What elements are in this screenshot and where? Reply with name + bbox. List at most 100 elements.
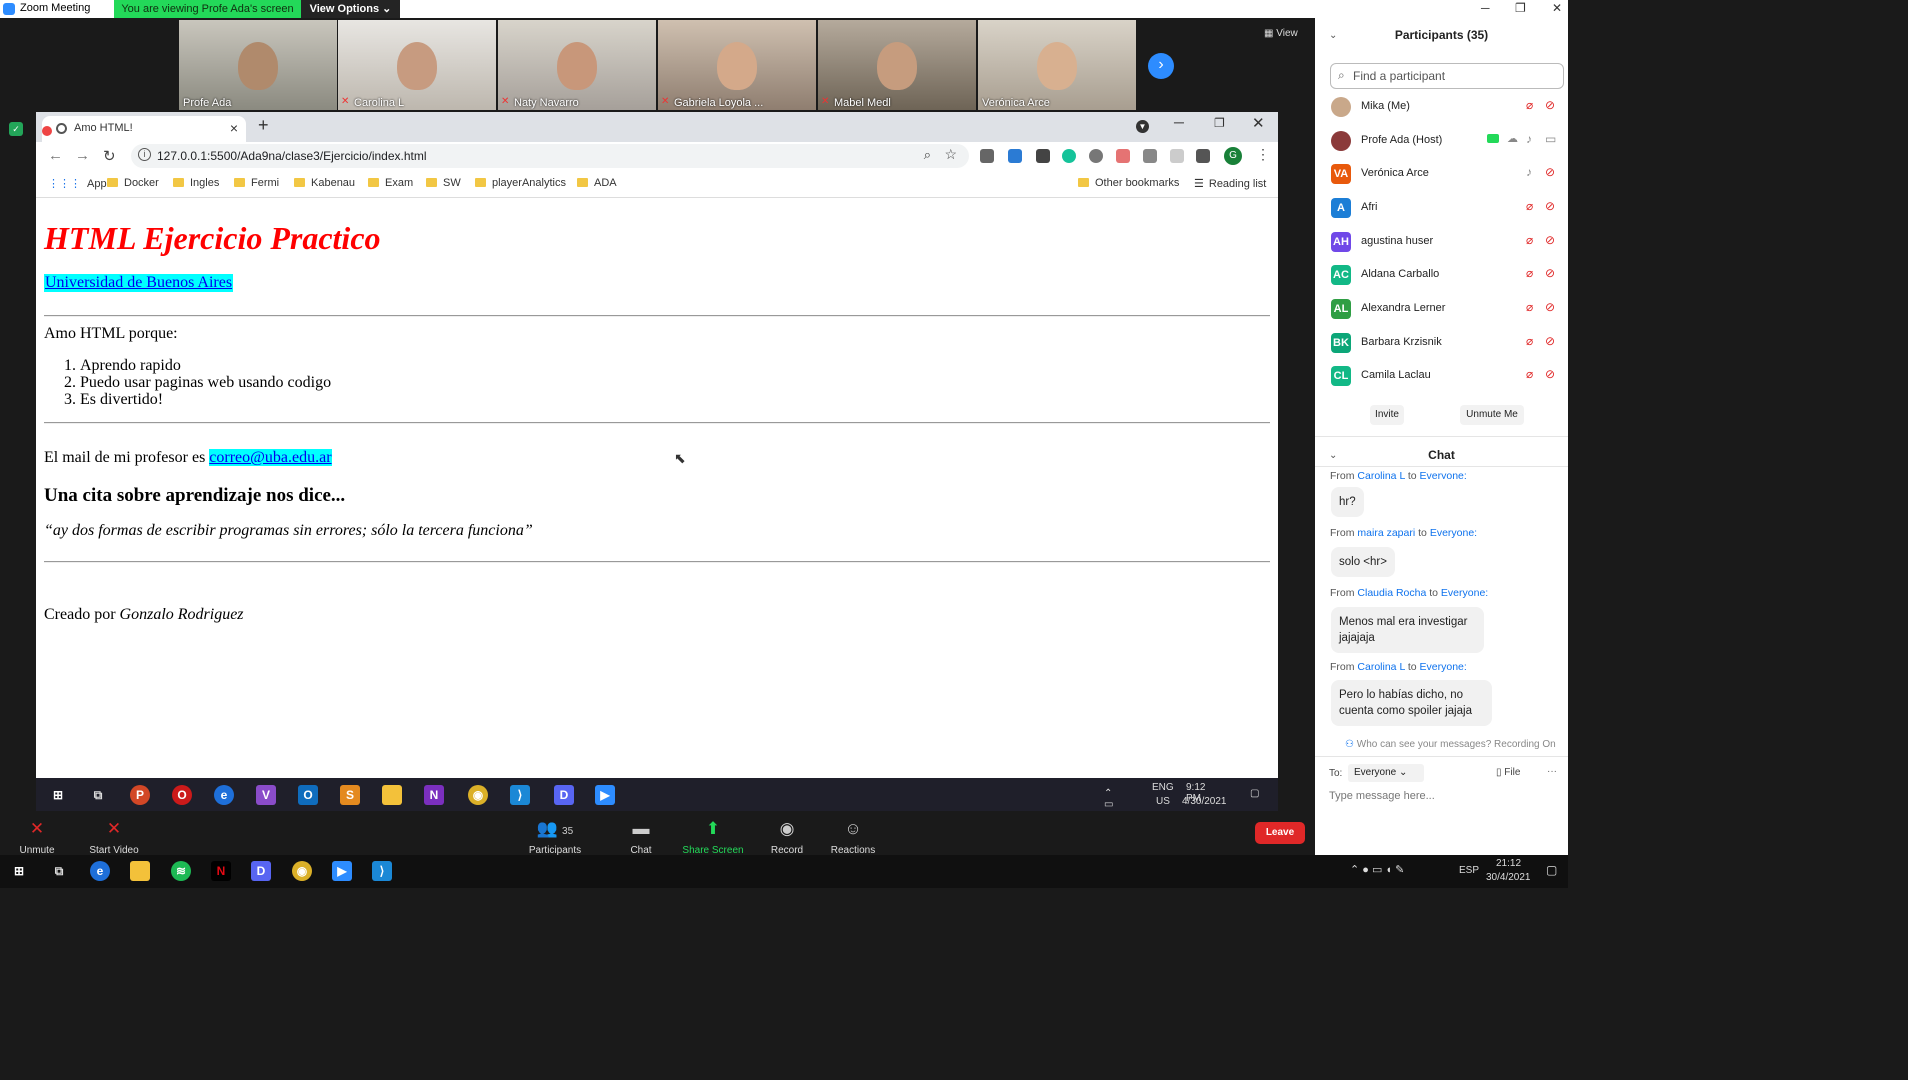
info-icon[interactable]: i <box>138 148 151 161</box>
participant-row[interactable]: CL Camila Laclau ⌀ ⊘ <box>1315 360 1568 394</box>
tray-icons[interactable]: ⌃ ● ▭ ◖ ✎ <box>1350 863 1404 876</box>
task-view-icon[interactable]: ⧉ <box>49 861 69 881</box>
star-icon[interactable]: ☆ <box>944 146 957 163</box>
video-thumbnail[interactable]: ✕ Naty Navarro <box>498 20 656 110</box>
discord-icon[interactable]: D <box>251 861 271 881</box>
edge-icon[interactable]: e <box>90 861 110 881</box>
more-options-icon[interactable]: ··· <box>1547 766 1557 777</box>
address-bar[interactable]: i 127.0.0.1:5500/Ada9na/clase3/Ejercicio… <box>131 144 969 168</box>
grammarly-icon[interactable] <box>1062 149 1076 163</box>
chat-message-input[interactable]: Type message here... <box>1329 790 1435 802</box>
notification-icon[interactable]: ▢ <box>1546 863 1557 877</box>
new-tab-button[interactable]: + <box>258 115 269 136</box>
clock-time[interactable]: 21:12 <box>1496 858 1521 869</box>
bookmark-folder[interactable]: Kabenau <box>294 177 355 189</box>
mail-link[interactable]: correo@uba.edu.ar <box>209 449 332 466</box>
input-language[interactable]: ESP <box>1459 865 1479 876</box>
powerpoint-icon[interactable]: P <box>130 785 150 805</box>
participant-row[interactable]: AH agustina huser ⌀ ⊘ <box>1315 226 1568 260</box>
minimize-icon[interactable]: ─ <box>1174 114 1184 130</box>
video-off-icon[interactable]: ✕ <box>74 819 154 839</box>
bookmark-apps[interactable]: ⋮⋮⋮ Apps <box>48 177 112 190</box>
file-explorer-icon[interactable] <box>382 785 402 805</box>
next-page-arrow-icon[interactable]: › <box>1148 53 1174 79</box>
notification-icon[interactable]: ▢ <box>1250 788 1259 799</box>
onenote-icon[interactable]: N <box>424 785 444 805</box>
video-thumbnail[interactable]: Profe Ada <box>179 20 337 110</box>
leave-button[interactable]: Leave <box>1255 822 1305 844</box>
bookmark-folder[interactable]: Fermi <box>234 177 279 189</box>
view-options-button[interactable]: View Options ⌄ <box>301 0 400 18</box>
extension-calendar-icon[interactable] <box>1116 149 1130 163</box>
browser-tab[interactable]: Amo HTML! × <box>42 116 246 142</box>
chrome-icon[interactable]: ◉ <box>292 861 312 881</box>
chat-icon[interactable]: ▬ <box>601 819 681 839</box>
file-button[interactable]: ▯ File <box>1496 767 1520 778</box>
profile-avatar[interactable]: G <box>1224 147 1242 165</box>
extension-pen-icon[interactable] <box>1036 149 1050 163</box>
extensions-puzzle-icon[interactable] <box>1196 149 1210 163</box>
minimize-icon[interactable]: ─ <box>1481 1 1490 15</box>
menu-kebab-icon[interactable]: ⋮ <box>1256 146 1270 163</box>
bookmark-folder[interactable]: ADA <box>577 177 617 189</box>
spotify-icon[interactable]: ≋ <box>171 861 191 881</box>
video-thumbnail[interactable]: ✕ Mabel Medl <box>818 20 976 110</box>
zoom-app-icon[interactable]: ▶ <box>332 861 352 881</box>
video-thumbnail[interactable]: Verónica Arce <box>978 20 1136 110</box>
participant-row[interactable]: BK Barbara Krzisnik ⌀ ⊘ <box>1315 327 1568 361</box>
video-thumbnail[interactable]: ✕ Carolina L <box>338 20 496 110</box>
reading-list[interactable]: ☰ Reading list <box>1194 177 1266 190</box>
muted-mic-icon[interactable]: ✕ <box>0 819 77 839</box>
participant-row[interactable]: Profe Ada (Host) ☁ ♪ ▭ <box>1315 125 1568 159</box>
discord-icon[interactable]: D <box>554 785 574 805</box>
sublime-icon[interactable]: S <box>340 785 360 805</box>
netflix-icon[interactable]: N <box>211 861 231 881</box>
input-language[interactable]: ENG <box>1152 782 1174 793</box>
sender-name[interactable]: Carolina L <box>1357 661 1404 673</box>
back-icon[interactable]: ← <box>48 147 63 164</box>
tab-search-icon[interactable]: ▼ <box>1136 120 1149 133</box>
edge-icon[interactable]: e <box>214 785 234 805</box>
reactions-icon[interactable]: ☺ <box>813 819 893 839</box>
security-shield-icon[interactable]: ✓ <box>9 122 23 136</box>
extension-v-icon[interactable] <box>980 149 994 163</box>
who-can-see-link[interactable]: ⚇ Who can see your messages? Recording O… <box>1345 739 1556 750</box>
participant-row[interactable]: AL Alexandra Lerner ⌀ ⊘ <box>1315 293 1568 327</box>
opera-icon[interactable]: O <box>172 785 192 805</box>
bookmark-folder[interactable]: Docker <box>107 177 159 189</box>
file-explorer-icon[interactable] <box>130 861 150 881</box>
sender-name[interactable]: Claudia Rocha <box>1357 587 1426 599</box>
extension-figure-icon[interactable] <box>1170 149 1184 163</box>
visual-studio-icon[interactable]: V <box>256 785 276 805</box>
bookmark-folder[interactable]: Exam <box>368 177 413 189</box>
recipient-dropdown[interactable]: Everyone ⌄ <box>1348 764 1424 782</box>
reload-icon[interactable]: ↻ <box>103 147 116 165</box>
task-view-icon[interactable]: ⧉ <box>88 785 108 805</box>
participant-search-input[interactable]: ⌕ Find a participant <box>1330 63 1564 89</box>
other-bookmarks[interactable]: Other bookmarks <box>1078 177 1179 189</box>
windows-start-icon[interactable]: ⊞ <box>9 861 29 881</box>
university-link[interactable]: Universidad de Buenos Aires <box>44 274 234 292</box>
sender-name[interactable]: Carolina L <box>1357 470 1404 479</box>
participant-row[interactable]: AC Aldana Carballo ⌀ ⊘ <box>1315 259 1568 293</box>
zoom-icon[interactable]: ⌕ <box>924 147 931 163</box>
extension-circle-icon[interactable] <box>1089 149 1103 163</box>
bookmark-folder[interactable]: SW <box>426 177 461 189</box>
restore-icon[interactable]: ❐ <box>1214 116 1225 130</box>
video-thumbnail[interactable]: ✕ Gabriela Loyola ... <box>658 20 816 110</box>
close-icon[interactable]: ✕ <box>1252 114 1265 132</box>
unmute-me-button[interactable]: Unmute Me <box>1460 405 1524 425</box>
sender-name[interactable]: maira zapari <box>1357 527 1415 539</box>
vscode-icon[interactable]: ⟩ <box>372 861 392 881</box>
forward-icon[interactable]: → <box>75 147 90 164</box>
chrome-icon[interactable]: ◉ <box>468 785 488 805</box>
participant-row[interactable]: Mika (Me) ⌀ ⊘ <box>1315 91 1568 125</box>
invite-button[interactable]: Invite <box>1370 405 1404 425</box>
participant-row[interactable]: A Afri ⌀ ⊘ <box>1315 192 1568 226</box>
share-screen-icon[interactable]: ⬆ <box>673 819 753 839</box>
windows-start-icon[interactable]: ⊞ <box>48 785 68 805</box>
bookmark-folder[interactable]: playerAnalytics <box>475 177 566 189</box>
view-button[interactable]: ▦ View <box>1264 28 1298 39</box>
participant-row[interactable]: VA Verónica Arce ♪ ⊘ <box>1315 158 1568 192</box>
vscode-icon[interactable]: ⟩ <box>510 785 530 805</box>
